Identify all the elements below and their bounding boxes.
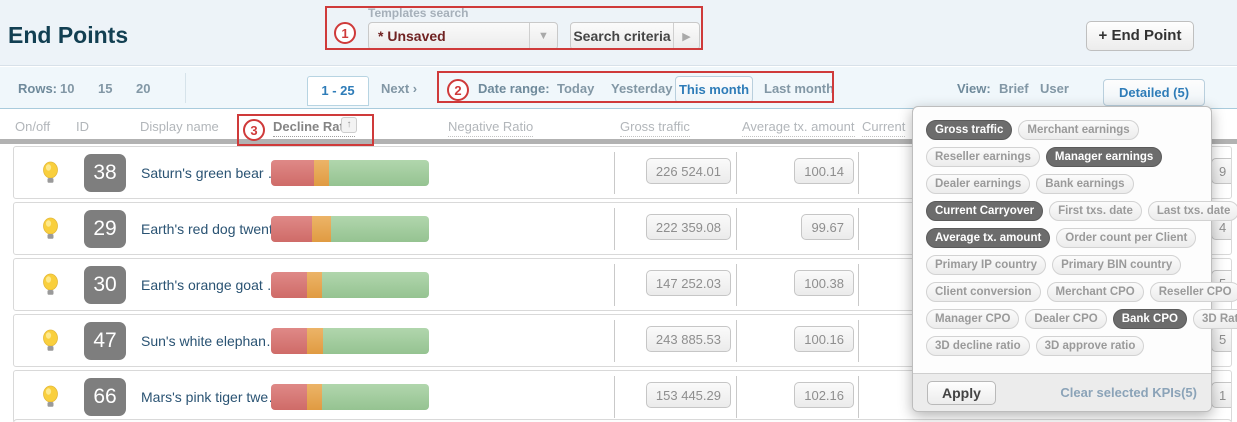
kpi-tag[interactable]: Bank earnings: [1036, 174, 1133, 194]
kpi-popup-footer: Apply Clear selected KPIs(5): [913, 373, 1211, 411]
clipped-kpi-value: 5: [1211, 326, 1232, 352]
kpi-tag[interactable]: Dealer CPO: [1025, 309, 1106, 329]
ratio-declined-segment: [271, 160, 314, 186]
kpi-tag[interactable]: Dealer earnings: [926, 174, 1030, 194]
kpi-tag[interactable]: Merchant earnings: [1018, 120, 1138, 140]
kpi-tag[interactable]: First txs. date: [1049, 201, 1142, 221]
col-onoff: On/off: [15, 119, 50, 134]
endpoint-id-badge: 30: [84, 266, 126, 304]
decline-ratio-bar: [271, 216, 429, 242]
decline-ratio-bar: [271, 160, 429, 186]
kpi-selector-popup: Gross traffic Merchant earnings Reseller…: [912, 106, 1212, 412]
kpi-tag[interactable]: Client conversion: [926, 282, 1041, 302]
rows-option-15[interactable]: 15: [98, 81, 112, 96]
view-label: View:: [957, 81, 991, 96]
col-current[interactable]: Current: [862, 119, 905, 134]
endpoint-id-badge: 47: [84, 322, 126, 360]
annotation-badge-2: 2: [447, 79, 469, 101]
avg-tx-value: 100.14: [794, 158, 854, 184]
avg-tx-value: 102.16: [794, 382, 854, 408]
bulb-on-icon[interactable]: [42, 385, 59, 414]
gross-traffic-value: 226 524.01: [646, 158, 731, 184]
clipped-kpi-value: 9: [1211, 158, 1232, 184]
endpoint-name-link[interactable]: Saturn's green bear …: [141, 165, 281, 181]
kpi-tag[interactable]: Manager CPO: [926, 309, 1019, 329]
col-avg-tx[interactable]: Average tx. amount: [742, 119, 855, 134]
col-gross-traffic[interactable]: Gross traffic: [620, 119, 690, 134]
endpoints-page: End Points Templates search * Unsaved ▼ …: [0, 0, 1237, 422]
gross-traffic-value: 243 885.53: [646, 326, 731, 352]
avg-tx-value: 100.16: [794, 326, 854, 352]
endpoint-id-badge: 38: [84, 154, 126, 192]
col-negative-ratio[interactable]: Negative Ratio: [448, 119, 533, 134]
decline-ratio-bar: [271, 272, 429, 298]
endpoint-name-link[interactable]: Mars's pink tiger twe…: [141, 389, 282, 405]
kpi-tag[interactable]: Reseller earnings: [926, 147, 1040, 167]
kpi-tag[interactable]: Primary IP country: [926, 255, 1046, 275]
apply-button[interactable]: Apply: [927, 381, 996, 405]
view-option-user[interactable]: User: [1040, 81, 1069, 96]
endpoint-id-badge: 29: [84, 210, 126, 248]
ratio-pending-segment: [314, 160, 330, 186]
kpi-tag[interactable]: Gross traffic: [926, 120, 1012, 140]
add-endpoint-button[interactable]: + End Point: [1086, 21, 1194, 51]
gross-traffic-value: 153 445.29: [646, 382, 731, 408]
kpi-tag[interactable]: Primary BIN country: [1052, 255, 1181, 275]
kpi-tag-list: Gross traffic Merchant earnings Reseller…: [913, 107, 1211, 356]
endpoint-name-link[interactable]: Earth's orange goat …: [141, 277, 281, 293]
view-option-brief[interactable]: Brief: [999, 81, 1029, 96]
col-id: ID: [76, 119, 89, 134]
kpi-tag[interactable]: Merchant CPO: [1047, 282, 1144, 302]
annotation-badge-1: 1: [334, 22, 356, 44]
ratio-approved-segment: [329, 160, 429, 186]
annotation-box-2: [437, 71, 834, 103]
avg-tx-value: 100.38: [794, 270, 854, 296]
avg-tx-value: 99.67: [801, 214, 854, 240]
decline-ratio-bar: [271, 328, 429, 354]
kpi-tag[interactable]: Order count per Client: [1056, 228, 1196, 248]
kpi-tag[interactable]: Bank CPO: [1113, 309, 1187, 329]
bulb-on-icon[interactable]: [42, 273, 59, 302]
kpi-tag[interactable]: 3D decline ratio: [926, 336, 1030, 356]
pagination-current[interactable]: 1 - 25: [307, 76, 369, 106]
rows-option-10[interactable]: 10: [60, 81, 74, 96]
annotation-badge-3: 3: [243, 119, 265, 141]
annotation-box-1: [325, 6, 703, 50]
bulb-on-icon[interactable]: [42, 329, 59, 358]
rows-label: Rows:: [18, 81, 57, 96]
kpi-tag[interactable]: Last txs. date: [1148, 201, 1237, 221]
kpi-tag[interactable]: 3D Ratio: [1193, 309, 1237, 329]
kpi-tag[interactable]: Manager earnings: [1046, 147, 1162, 167]
clipped-kpi-value: 1: [1211, 382, 1232, 408]
gross-traffic-value: 222 359.08: [646, 214, 731, 240]
gross-traffic-value: 147 252.03: [646, 270, 731, 296]
kpi-tag[interactable]: Current Carryover: [926, 201, 1043, 221]
endpoint-id-badge: 66: [84, 378, 126, 416]
view-option-detailed[interactable]: Detailed (5): [1103, 79, 1205, 106]
bulb-on-icon[interactable]: [42, 161, 59, 190]
bulb-on-icon[interactable]: [42, 217, 59, 246]
kpi-tag[interactable]: 3D approve ratio: [1036, 336, 1145, 356]
toolbar-divider: [185, 73, 186, 103]
kpi-tag[interactable]: Average tx. amount: [926, 228, 1050, 248]
col-display-name: Display name: [140, 119, 219, 134]
clear-kpis-link[interactable]: Clear selected KPIs(5): [1060, 385, 1197, 400]
endpoint-name-link[interactable]: Earth's red dog twenty: [141, 221, 280, 237]
kpi-tag[interactable]: Reseller CPO: [1150, 282, 1237, 302]
decline-ratio-bar: [271, 384, 429, 410]
endpoint-name-link[interactable]: Sun's white elephan…: [141, 333, 280, 349]
page-title: End Points: [8, 22, 128, 49]
pagination-next[interactable]: Next ›: [381, 81, 417, 96]
rows-option-20[interactable]: 20: [136, 81, 150, 96]
